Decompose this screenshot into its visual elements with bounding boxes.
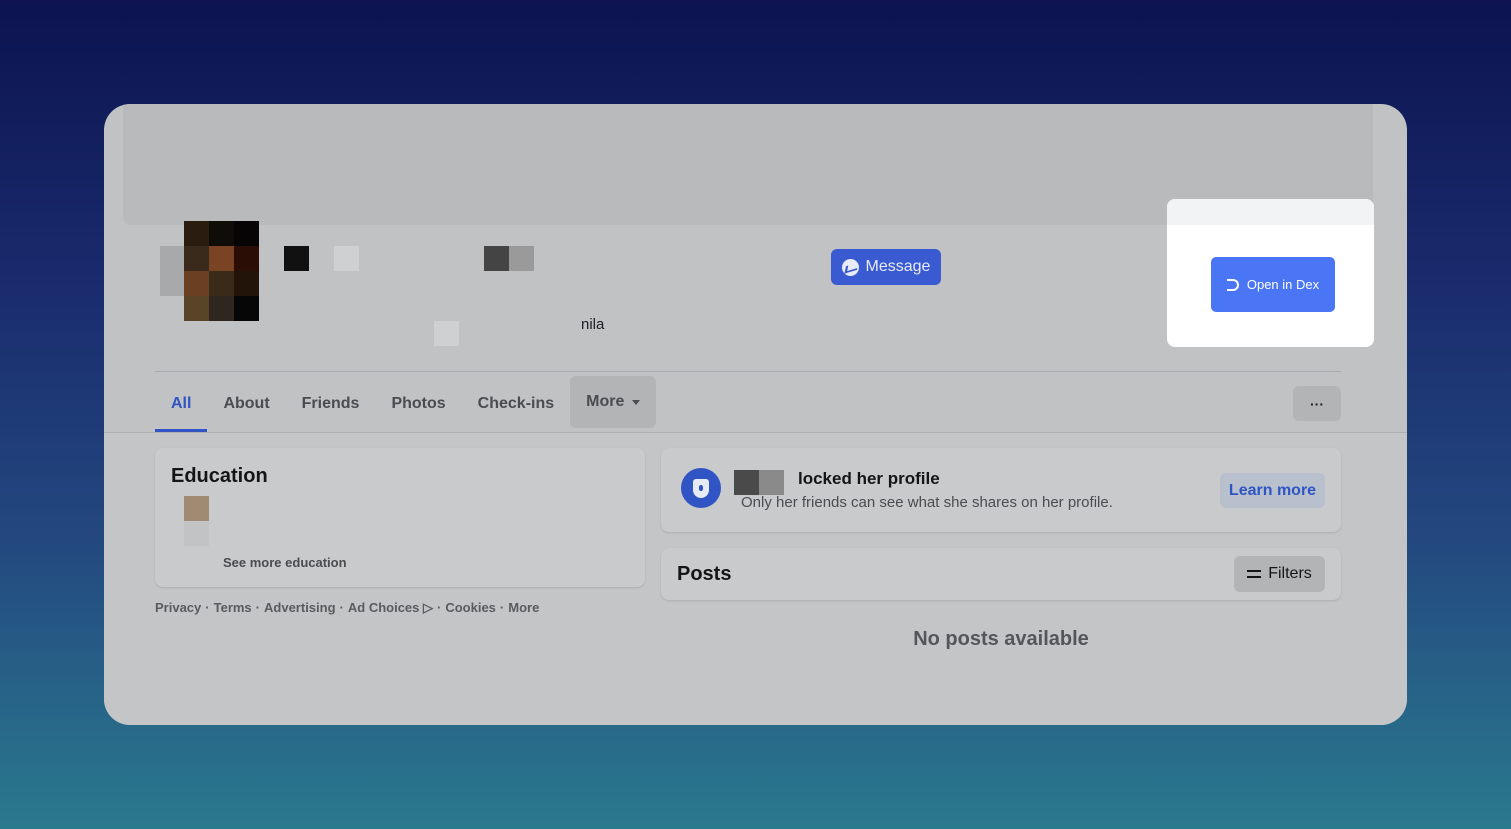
footer-separator: · — [255, 600, 261, 615]
posts-card: Posts Filters — [661, 548, 1341, 600]
locked-profile-subtitle: Only her friends can see what she shares… — [741, 494, 1113, 511]
footer-links: Privacy · Terms · Advertising · Ad Choic… — [155, 600, 539, 616]
tab-about[interactable]: About — [207, 376, 285, 432]
dex-panel-header — [1167, 199, 1374, 225]
profile-name-redacted — [484, 246, 509, 271]
footer-separator: · — [339, 600, 344, 615]
no-posts-message: No posts available — [913, 628, 1089, 650]
posts-title: Posts — [677, 563, 732, 585]
tab-photos-label: Photos — [391, 395, 446, 412]
learn-more-button[interactable]: Learn more — [1220, 473, 1325, 508]
tab-photos[interactable]: Photos — [375, 376, 461, 432]
school-logo-redacted — [184, 521, 209, 546]
tab-more[interactable]: More — [570, 376, 657, 428]
dex-extension-panel: Open in Dex — [1167, 199, 1374, 347]
tab-all[interactable]: All — [155, 376, 208, 432]
messenger-icon — [841, 258, 859, 276]
footer-terms-link[interactable]: Terms — [214, 600, 252, 616]
profile-name-redacted — [334, 246, 359, 271]
tab-checkins-label: Check-ins — [477, 395, 555, 412]
profile-tabs: All About Friends Photos Check-ins More — [155, 376, 657, 432]
filters-label: Filters — [1268, 565, 1312, 582]
avatar-blur-edge — [160, 246, 184, 296]
app-window: nila Message Open in Dex All About Frien… — [104, 104, 1407, 725]
profile-location: nila — [581, 316, 605, 333]
education-title: Education — [171, 465, 268, 487]
footer-cookies-link[interactable]: Cookies — [445, 600, 496, 616]
profile-name-redacted — [759, 470, 784, 495]
more-dots-icon: ··· — [1310, 395, 1324, 412]
profile-name-redacted — [509, 246, 534, 271]
locked-profile-card: locked her profile Only her friends can … — [661, 448, 1341, 532]
avatar[interactable] — [184, 221, 259, 321]
profile-name-redacted — [284, 246, 309, 271]
message-button-label: Message — [865, 258, 931, 275]
locked-profile-title: locked her profile — [798, 469, 940, 488]
profile-name-redacted — [734, 470, 759, 495]
tab-friends-label: Friends — [301, 395, 360, 412]
open-in-dex-button[interactable]: Open in Dex — [1211, 257, 1335, 312]
footer-advertising-link[interactable]: Advertising — [264, 600, 336, 616]
profile-options-button[interactable]: ··· — [1293, 386, 1341, 421]
footer-separator: · — [205, 600, 210, 615]
message-button[interactable]: Message — [831, 249, 941, 285]
footer-separator: · — [437, 600, 442, 615]
tab-checkins[interactable]: Check-ins — [462, 376, 570, 432]
filters-button[interactable]: Filters — [1234, 556, 1325, 592]
see-more-education-link[interactable]: See more education — [223, 555, 347, 570]
footer-more-link[interactable]: More — [508, 600, 539, 616]
footer-privacy-link[interactable]: Privacy — [155, 600, 201, 616]
tabs-divider — [155, 371, 1341, 372]
school-logo-redacted — [184, 496, 209, 521]
open-in-dex-label: Open in Dex — [1246, 277, 1320, 292]
tab-all-label: All — [171, 395, 192, 412]
tab-about-label: About — [223, 395, 270, 412]
caret-down-icon — [632, 399, 641, 405]
shield-lock-icon — [681, 468, 721, 508]
tab-friends[interactable]: Friends — [286, 376, 376, 432]
dex-logo-icon — [1226, 278, 1239, 291]
tab-more-label: More — [586, 393, 625, 410]
footer-ad-choices-link[interactable]: Ad Choices ▷ — [348, 600, 433, 616]
sliders-icon — [1247, 568, 1262, 580]
footer-separator: · — [499, 600, 505, 615]
profile-info-redacted — [434, 321, 459, 346]
education-card: Education See more education — [155, 448, 645, 587]
